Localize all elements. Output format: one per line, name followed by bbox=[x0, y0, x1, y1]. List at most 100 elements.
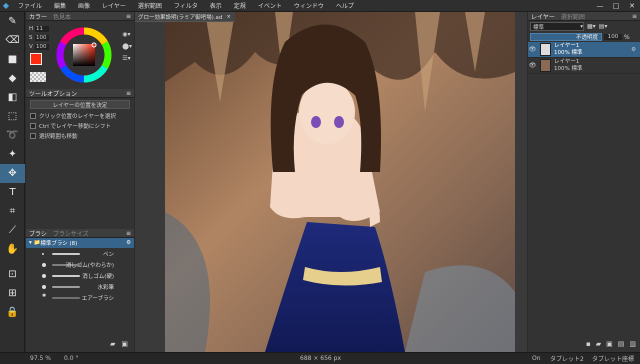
layer-row[interactable]: 👁 レイヤー1 100% 標準 bbox=[528, 58, 640, 74]
brush-group-header[interactable]: ▾ 📁 標準ブラシ (8) ⚙ bbox=[26, 238, 134, 248]
new-layer-icon[interactable]: ▪ bbox=[586, 340, 591, 348]
layer-thumbnail bbox=[540, 59, 551, 72]
menu-edit[interactable]: 編集 bbox=[48, 1, 72, 10]
menu-selection[interactable]: 選択範囲 bbox=[132, 1, 168, 10]
transparent-swatch[interactable] bbox=[30, 72, 46, 82]
color-picker-icon[interactable]: ⬤▾ bbox=[122, 43, 132, 50]
select-tool-icon[interactable]: ⬚ bbox=[0, 107, 25, 126]
protect-opacity-toggle[interactable]: 不透明度 bbox=[530, 33, 602, 41]
artwork-image bbox=[165, 12, 515, 352]
document-tab[interactable]: グロー効果設明(ラミア御吧場).ad × bbox=[135, 12, 235, 22]
gear-icon[interactable]: ⚙ bbox=[631, 47, 636, 53]
layer-lock-icon[interactable]: ▦▾ bbox=[587, 23, 596, 30]
menu-ruler[interactable]: 定規 bbox=[228, 1, 252, 10]
menu-layer[interactable]: レイヤー bbox=[96, 1, 132, 10]
confirm-layer-position-button[interactable]: レイヤーの位置を決定 bbox=[30, 100, 130, 109]
gradient-tool-icon[interactable]: ◧ bbox=[0, 88, 25, 107]
gear-icon[interactable]: ⚙ bbox=[126, 240, 131, 246]
menu-filter[interactable]: フィルタ bbox=[168, 1, 204, 10]
panel-menu-icon[interactable]: ≡ bbox=[126, 230, 131, 237]
menu-file[interactable]: ファイル bbox=[12, 1, 48, 10]
tablet-mode[interactable]: タブレット2 bbox=[550, 354, 584, 363]
layer-settings-icon[interactable]: ▤▾ bbox=[599, 23, 608, 30]
left-panel: カラー 色見本 ≡ H 11 S 100 V 100 ◉▾ ⬤▾ ☰▾ ツールオ… bbox=[26, 12, 134, 352]
maximize-icon[interactable]: □ bbox=[608, 0, 624, 12]
folder-icon[interactable]: ▰ bbox=[110, 340, 115, 348]
v-field[interactable]: 100 bbox=[35, 43, 49, 50]
menu-image[interactable]: 画像 bbox=[72, 1, 96, 10]
panel-menu-icon[interactable]: ≡ bbox=[126, 90, 131, 97]
delete-layer-icon[interactable]: ▥ bbox=[629, 340, 636, 348]
color-panel-title: カラー 色見本 ≡ bbox=[26, 12, 134, 21]
delete-icon[interactable]: ▣ bbox=[121, 340, 128, 348]
snap-icon[interactable]: ⊡ bbox=[0, 265, 25, 284]
snap-grid-icon[interactable]: ⊞ bbox=[0, 284, 25, 303]
close-window-icon[interactable]: ✕ bbox=[624, 0, 640, 12]
menu-window[interactable]: ウィンドウ bbox=[288, 1, 330, 10]
rotation-angle: 0.0 ° bbox=[64, 355, 79, 362]
pen-tool-icon[interactable]: ✎ bbox=[0, 12, 25, 31]
brush-item[interactable]: 消しゴム(硬) bbox=[26, 270, 134, 281]
eye-icon[interactable]: 👁 bbox=[528, 46, 537, 53]
right-panel: レイヤー 選択範囲 ≡ 標準 ▾ ▦▾ ▤▾ 不透明度 100 % 👁 レイヤー1 1… bbox=[528, 12, 640, 352]
lasso-tool-icon[interactable]: ➰ bbox=[0, 126, 25, 145]
merge-layer-icon[interactable]: ▤ bbox=[618, 340, 625, 348]
color-panel: H 11 S 100 V 100 ◉▾ ⬤▾ ☰▾ bbox=[26, 21, 134, 89]
color-mode-icon[interactable]: ◉▾ bbox=[122, 31, 132, 38]
text-tool-icon[interactable]: T bbox=[0, 183, 25, 202]
color-list-icon[interactable]: ☰▾ bbox=[122, 55, 132, 62]
tool-bar: ✎ ⌫ ■ ◆ ◧ ⬚ ➰ ✦ ✥ T ⌗ ⟋ ✋ ⊡ ⊞ 🔒 bbox=[0, 12, 25, 352]
tab-selection[interactable]: 選択範囲 bbox=[561, 14, 585, 21]
tab-color[interactable]: カラー bbox=[29, 14, 47, 21]
panel-menu-icon[interactable]: ≡ bbox=[632, 13, 637, 20]
opacity-field[interactable]: 100 bbox=[604, 34, 622, 40]
brush-item[interactable]: ペン bbox=[26, 248, 134, 259]
brush-item[interactable]: ✱ エアーブラシ bbox=[26, 292, 134, 303]
hand-tool-icon[interactable]: ✋ bbox=[0, 240, 25, 259]
magic-wand-icon[interactable]: ✦ bbox=[0, 145, 25, 164]
option-move-selection[interactable]: 選択範囲も移動 bbox=[26, 131, 134, 141]
new-folder-icon[interactable]: ▰ bbox=[596, 340, 601, 348]
layer-thumbnail bbox=[540, 43, 551, 56]
fill-tool-icon[interactable]: ◆ bbox=[0, 69, 25, 88]
menu-help[interactable]: ヘルプ bbox=[330, 1, 360, 10]
lock-icon[interactable]: 🔒 bbox=[0, 303, 25, 322]
eraser-tool-icon[interactable]: ⌫ bbox=[0, 31, 25, 50]
h-field[interactable]: 11 bbox=[35, 25, 49, 32]
option-ctrl-shift[interactable]: Ctrl でレイヤー移動にシフト bbox=[26, 121, 134, 131]
eye-icon[interactable]: 👁 bbox=[528, 62, 537, 69]
rect-tool-icon[interactable]: ■ bbox=[0, 50, 25, 69]
duplicate-layer-icon[interactable]: ▣ bbox=[606, 340, 613, 348]
menu-event[interactable]: イベント bbox=[252, 1, 288, 10]
canvas-size: 688 × 656 px bbox=[300, 355, 342, 362]
panel-menu-icon[interactable]: ≡ bbox=[126, 13, 131, 20]
move-tool-icon[interactable]: ✥ bbox=[0, 164, 25, 183]
tab-brush-size[interactable]: ブラシサイズ bbox=[53, 231, 89, 238]
color-wheel[interactable] bbox=[56, 27, 112, 83]
tab-swatches[interactable]: 色見本 bbox=[53, 14, 71, 21]
app-logo-icon: ◆ bbox=[2, 1, 10, 10]
tab-brush[interactable]: ブラシ bbox=[29, 231, 47, 238]
eyedropper-icon[interactable]: ⟋ bbox=[0, 221, 25, 240]
s-field[interactable]: 100 bbox=[35, 34, 49, 41]
chevron-down-icon: ▾ bbox=[580, 23, 583, 30]
foreground-color-swatch[interactable] bbox=[30, 53, 42, 65]
zoom-level: 97.5 % bbox=[30, 355, 51, 362]
menu-view[interactable]: 表示 bbox=[204, 1, 228, 10]
canvas-area[interactable]: グロー効果設明(ラミア御吧場).ad × bbox=[135, 12, 527, 352]
menu-bar: ◆ ファイル 編集 画像 レイヤー 選択範囲 フィルタ 表示 定規 イベント ウ… bbox=[0, 0, 640, 12]
snap-status: On bbox=[532, 355, 541, 362]
brush-panel-title: ブラシ ブラシサイズ ≡ bbox=[26, 229, 134, 238]
chevron-down-icon: ▾ 📁 bbox=[29, 240, 41, 246]
minimize-icon[interactable]: — bbox=[592, 0, 608, 12]
layer-row[interactable]: 👁 レイヤー1 100% 標準 ⚙ bbox=[528, 42, 640, 58]
brush-item[interactable]: 水彩筆 bbox=[26, 281, 134, 292]
blend-mode-select[interactable]: 標準 ▾ bbox=[530, 22, 584, 31]
tablet-coordinates[interactable]: タブレット座標 bbox=[592, 354, 634, 363]
close-tab-icon[interactable]: × bbox=[226, 14, 231, 20]
option-select-clicked-layer[interactable]: クリック位置のレイヤーを選択 bbox=[26, 111, 134, 121]
crop-tool-icon[interactable]: ⌗ bbox=[0, 202, 25, 221]
tab-layer[interactable]: レイヤー bbox=[531, 14, 555, 21]
brush-item[interactable]: 消しゴム(やわらか) bbox=[26, 259, 134, 270]
tool-options-title: ツールオプション ≡ bbox=[26, 89, 134, 98]
